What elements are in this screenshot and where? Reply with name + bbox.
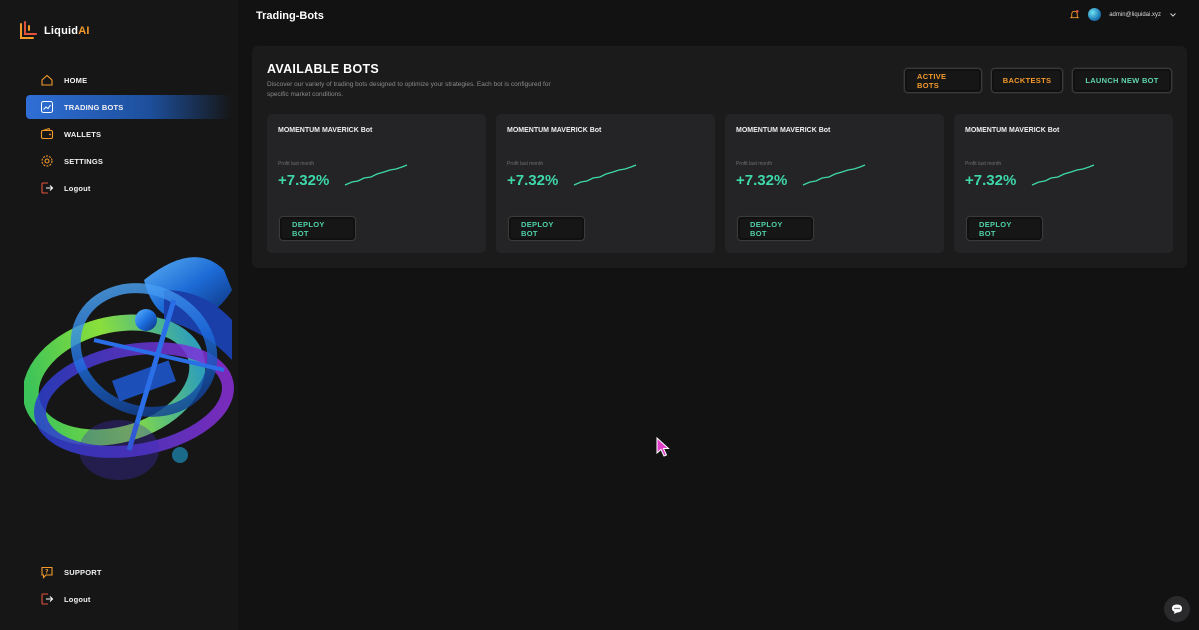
avatar[interactable] xyxy=(1088,8,1102,21)
deploy-bot-button[interactable]: DEPLOY BOT xyxy=(508,216,585,241)
sidebar: LiquidAI HOME TRADING BOTS WALLETS SETTI… xyxy=(0,0,238,630)
brand-name: LiquidAI xyxy=(44,25,90,37)
bot-card-title: MOMENTUM MAVERICK Bot xyxy=(736,127,831,134)
logout-icon xyxy=(40,181,54,195)
bot-card-title: MOMENTUM MAVERICK Bot xyxy=(965,127,1060,134)
logout-icon xyxy=(40,592,54,606)
sidebar-item-logout[interactable]: Logout xyxy=(26,176,232,200)
profit-sparkline xyxy=(573,164,637,186)
sidebar-item-support[interactable]: ? SUPPORT xyxy=(26,560,232,584)
sidebar-item-home[interactable]: HOME xyxy=(26,68,232,92)
deploy-bot-button[interactable]: DEPLOY BOT xyxy=(737,216,814,241)
sidebar-item-label: Logout xyxy=(64,594,91,604)
bot-card-title: MOMENTUM MAVERICK Bot xyxy=(507,127,602,134)
sidebar-item-logout-bottom[interactable]: Logout xyxy=(26,587,232,611)
app-root: LiquidAI HOME TRADING BOTS WALLETS SETTI… xyxy=(0,0,1199,630)
chat-bubble-icon xyxy=(1172,604,1182,614)
profit-sparkline xyxy=(344,164,408,186)
bot-card-title: MOMENTUM MAVERICK Bot xyxy=(278,127,373,134)
active-bots-button[interactable]: ACTIVE BOTS xyxy=(904,68,982,93)
bot-profit-label: Profit last month xyxy=(507,161,544,167)
brand-name-text: Liquid xyxy=(44,25,79,37)
mouse-cursor-icon xyxy=(656,437,670,457)
bot-profit-value: +7.32% xyxy=(736,172,788,189)
header-user-area: admin@liquidai.xyz xyxy=(1068,8,1177,21)
bot-card: MOMENTUM MAVERICK Bot Profit last month … xyxy=(954,114,1173,253)
bot-profit-value: +7.32% xyxy=(507,172,559,189)
sidebar-item-label: WALLETS xyxy=(64,129,102,139)
page-title: Trading-Bots xyxy=(256,10,324,22)
bot-profit-label: Profit last month xyxy=(278,161,315,167)
chat-support-button[interactable] xyxy=(1164,596,1190,622)
bot-cards: MOMENTUM MAVERICK Bot Profit last month … xyxy=(267,114,1173,253)
sidebar-item-wallets[interactable]: WALLETS xyxy=(26,122,232,146)
wallet-icon xyxy=(40,127,54,141)
sidebar-nav: HOME TRADING BOTS WALLETS SETTINGS Logou… xyxy=(26,68,232,203)
sidebar-item-label: TRADING BOTS xyxy=(64,102,124,112)
backtests-button[interactable]: BACKTESTS xyxy=(991,68,1063,93)
deploy-bot-button[interactable]: DEPLOY BOT xyxy=(279,216,356,241)
profit-sparkline xyxy=(1031,164,1095,186)
notification-bell-icon[interactable] xyxy=(1068,9,1080,21)
panel-actions: ACTIVE BOTS BACKTESTS LAUNCH NEW BOT xyxy=(904,68,1172,93)
deploy-bot-button[interactable]: DEPLOY BOT xyxy=(966,216,1043,241)
section-description: Discover our variety of trading bots des… xyxy=(267,81,551,98)
bot-profit-label: Profit last month xyxy=(965,161,1002,167)
launch-new-bot-button[interactable]: LAUNCH NEW BOT xyxy=(1072,68,1172,93)
liquid-logo-icon xyxy=(20,21,37,39)
bot-card: MOMENTUM MAVERICK Bot Profit last month … xyxy=(267,114,486,253)
user-email[interactable]: admin@liquidai.xyz xyxy=(1109,12,1161,18)
help-icon: ? xyxy=(40,565,54,579)
top-header: Trading-Bots admin@liquidai.xyz xyxy=(238,0,1199,36)
sidebar-item-label: SUPPORT xyxy=(64,567,102,577)
sidebar-item-label: HOME xyxy=(64,75,88,85)
section-title: AVAILABLE BOTS xyxy=(267,62,380,76)
bot-profit-value: +7.32% xyxy=(278,172,330,189)
bot-profit-value: +7.32% xyxy=(965,172,1017,189)
chart-line-icon xyxy=(40,100,54,114)
sidebar-item-settings[interactable]: SETTINGS xyxy=(26,149,232,173)
hero-illustration xyxy=(24,257,234,480)
home-icon xyxy=(40,73,54,87)
brand-suffix: AI xyxy=(78,25,90,37)
available-bots-panel: AVAILABLE BOTS Discover our variety of t… xyxy=(252,46,1187,268)
bot-card: MOMENTUM MAVERICK Bot Profit last month … xyxy=(496,114,715,253)
gear-icon xyxy=(40,154,54,168)
bot-card: MOMENTUM MAVERICK Bot Profit last month … xyxy=(725,114,944,253)
sidebar-item-label: Logout xyxy=(64,183,91,193)
chevron-down-icon[interactable] xyxy=(1169,11,1177,19)
profit-sparkline xyxy=(802,164,866,186)
sidebar-bottom: ? SUPPORT Logout xyxy=(26,560,232,614)
sidebar-item-label: SETTINGS xyxy=(64,156,104,166)
sidebar-item-trading-bots[interactable]: TRADING BOTS xyxy=(26,95,232,119)
brand-logo[interactable]: LiquidAI xyxy=(18,20,90,42)
svg-text:?: ? xyxy=(45,569,49,576)
bot-profit-label: Profit last month xyxy=(736,161,773,167)
